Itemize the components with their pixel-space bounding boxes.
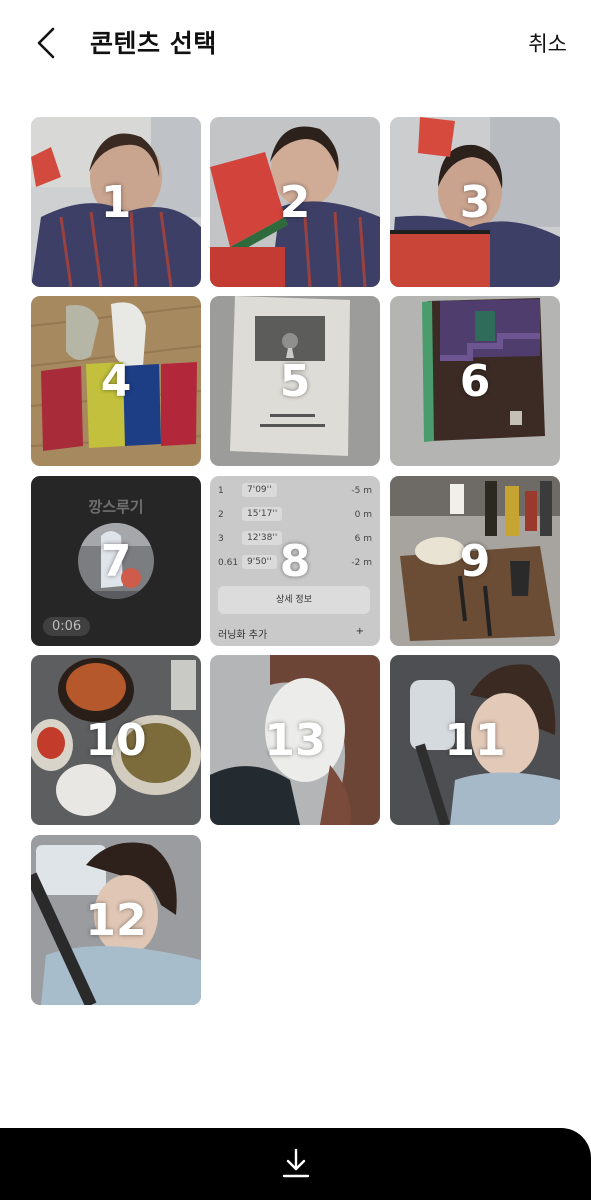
content-tile-11[interactable]: 11 [390,655,560,825]
content-tile-13[interactable]: 13 [210,655,380,825]
tile-number: 10 [85,714,147,766]
content-tile-3[interactable]: 3 [390,117,560,287]
content-tile-10[interactable]: 10 [31,655,201,825]
tile-number: 13 [264,714,326,766]
tile-number: 12 [85,894,147,946]
back-button[interactable] [26,22,66,64]
download-button[interactable] [275,1142,317,1184]
content-tile-8[interactable]: 1 7'09'' -5 m 2 15'17'' 0 m 3 12'38'' 6 … [210,476,380,646]
tile-number: 5 [279,355,311,407]
content-tile-12[interactable]: 12 [31,835,201,1005]
content-tile-1[interactable]: 1 [31,117,201,287]
content-tile-5[interactable]: 5 [210,296,380,466]
content-tile-9[interactable]: 9 [390,476,560,646]
tile-number: 6 [459,355,491,407]
tile-number: 1 [100,176,132,228]
content-tile-7[interactable]: 깡스루기 0:06 7 [31,476,201,646]
cancel-button[interactable]: 취소 [528,28,567,58]
tile-number: 2 [279,176,311,228]
header: 콘텐츠 선택 취소 [0,0,591,86]
content-tile-4[interactable]: 4 [31,296,201,466]
tile-number: 9 [459,535,491,587]
tile-number: 8 [279,535,311,587]
page-title: 콘텐츠 선택 [90,29,217,58]
content-tile-2[interactable]: 2 [210,117,380,287]
chevron-left-icon [37,27,55,59]
content-tile-6[interactable]: 6 [390,296,560,466]
bottom-bar [0,1128,591,1200]
tile-number: 11 [444,714,506,766]
tile-number: 3 [459,176,491,228]
tile-number: 4 [100,355,132,407]
download-icon [282,1148,310,1178]
tile-number: 7 [100,535,132,587]
